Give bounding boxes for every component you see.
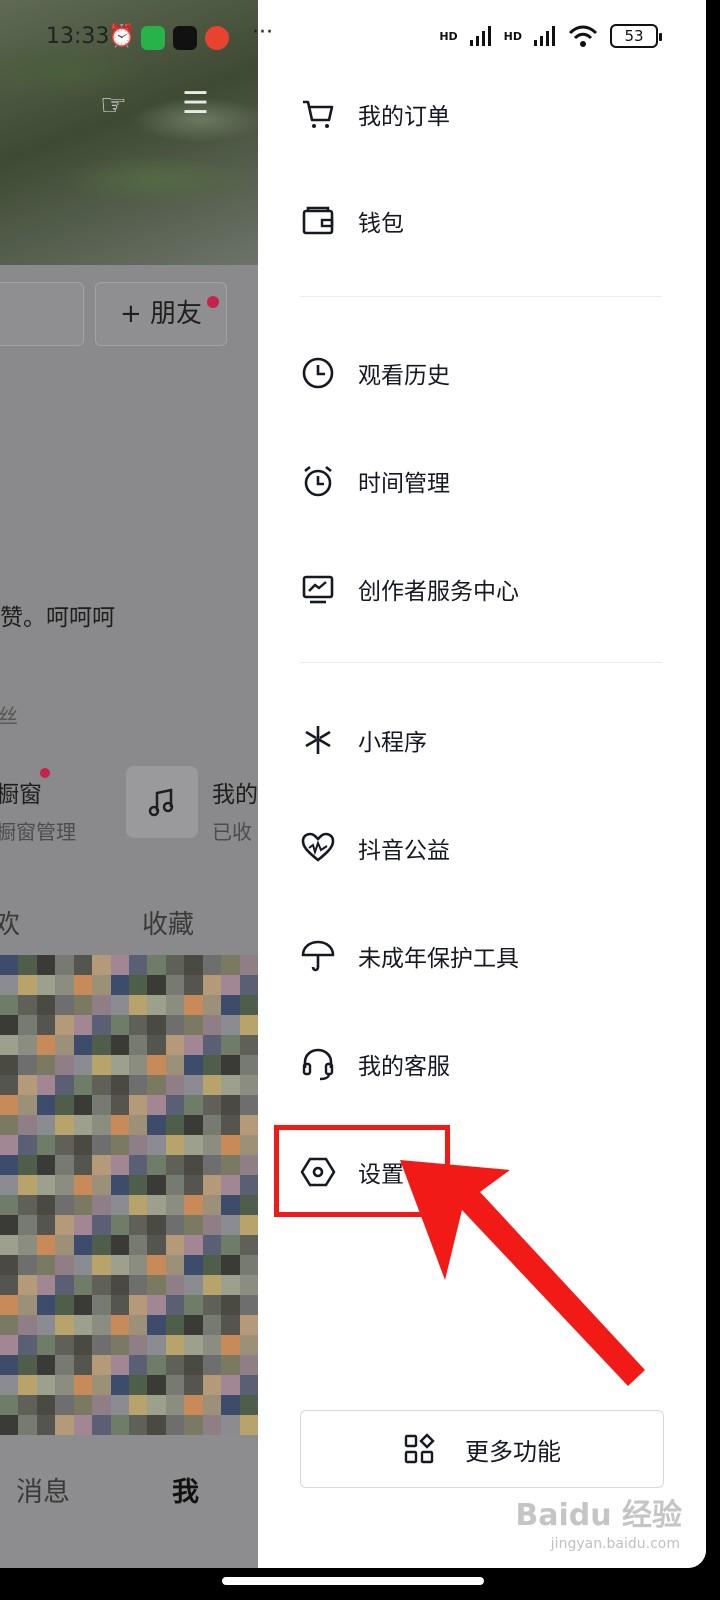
- headset-icon: [302, 1048, 334, 1081]
- showcase-label[interactable]: 橱窗: [0, 775, 42, 809]
- music-label[interactable]: 我的: [212, 775, 258, 809]
- menu-label: 创作者服务中心: [358, 579, 519, 605]
- red-arrow-annotation: [400, 1160, 645, 1386]
- menu-label: 我的客服: [358, 1054, 450, 1080]
- alarm-icon: [304, 465, 332, 497]
- phone-screen: ☞ ☰ + 朋友 赞。呵呵呵 丝 橱窗 橱窗管理 我的 已收 欢 收藏 消息 我…: [0, 0, 706, 1568]
- menu-icon[interactable]: ☰: [182, 86, 209, 121]
- tiktok-app-icon: [173, 26, 197, 50]
- home-indicator[interactable]: [222, 1577, 484, 1585]
- menu-label: 抖音公益: [358, 838, 450, 864]
- fans-label[interactable]: 丝: [0, 700, 18, 729]
- hand-pointer-icon[interactable]: ☞: [100, 88, 127, 123]
- showcase-dot: [40, 768, 50, 778]
- nav-messages[interactable]: 消息: [16, 1470, 70, 1509]
- edit-profile-button[interactable]: [0, 282, 84, 346]
- divider: [300, 662, 662, 663]
- umbrella-icon: [301, 940, 335, 972]
- status-time: 13:33: [46, 24, 110, 49]
- hd-label-1: HD: [439, 29, 458, 43]
- status-bar: 13:33 ⏰ ··· HD HD 53: [0, 0, 706, 72]
- wifi-icon: [568, 25, 598, 47]
- hd-label-2: HD: [503, 29, 522, 43]
- menu-item-orders[interactable]: 我的订单: [258, 69, 706, 159]
- video-thumbnail-grid[interactable]: [0, 955, 258, 1435]
- clock-icon: [302, 357, 334, 389]
- music-icon[interactable]: [126, 766, 198, 838]
- battery-icon: 53: [610, 24, 662, 48]
- menu-item-mini-program[interactable]: 小程序: [258, 695, 706, 785]
- menu-item-charity[interactable]: 抖音公益: [258, 803, 706, 893]
- cart-icon: [303, 100, 334, 128]
- weibo-app-icon: [205, 26, 229, 50]
- wallet-icon: [302, 206, 334, 235]
- security-app-icon: [141, 26, 165, 50]
- menu-label: 未成年保护工具: [358, 946, 519, 972]
- more-status-icon: ···: [252, 20, 273, 45]
- baidu-watermark: Baidu 经验: [515, 1498, 682, 1533]
- signal-icon: [469, 26, 491, 46]
- mini-program-icon: [305, 726, 331, 754]
- music-sub: 已收: [212, 820, 252, 844]
- bottom-nav: 消息 我: [0, 1440, 258, 1568]
- more-features-button[interactable]: 更多功能: [300, 1410, 664, 1488]
- signal-icon: [534, 26, 555, 46]
- menu-label: 钱包: [358, 211, 404, 237]
- add-friend-button[interactable]: + 朋友: [95, 282, 227, 346]
- notification-dot: [207, 296, 219, 308]
- baidu-watermark-url: jingyan.baidu.com: [550, 1536, 680, 1552]
- menu-item-time-management[interactable]: 时间管理: [258, 436, 706, 526]
- tab-likes[interactable]: 欢: [0, 904, 20, 941]
- nav-me[interactable]: 我: [172, 1470, 199, 1509]
- grid-apps-icon: [404, 1433, 435, 1464]
- menu-label: 时间管理: [358, 471, 450, 497]
- menu-item-minor-protection[interactable]: 未成年保护工具: [258, 911, 706, 1001]
- showcase-sub: 橱窗管理: [0, 820, 76, 844]
- tab-collect[interactable]: 收藏: [142, 904, 194, 941]
- menu-item-history[interactable]: 观看历史: [258, 328, 706, 418]
- charity-heart-icon: [301, 832, 335, 862]
- menu-label: 小程序: [358, 730, 427, 756]
- menu-item-wallet[interactable]: 钱包: [258, 176, 706, 266]
- menu-item-creator-center[interactable]: 创作者服务中心: [258, 544, 706, 634]
- menu-label: 我的订单: [358, 104, 450, 130]
- divider: [300, 296, 662, 297]
- menu-item-customer-service[interactable]: 我的客服: [258, 1019, 706, 1109]
- creator-chart-icon: [302, 575, 334, 604]
- alarm-status-icon: ⏰: [108, 24, 136, 49]
- profile-page-dimmed[interactable]: ☞ ☰ + 朋友 赞。呵呵呵 丝 橱窗 橱窗管理 我的 已收 欢 收藏 消息 我: [0, 0, 258, 1568]
- more-features-label: 更多功能: [465, 1437, 561, 1466]
- profile-bio: 赞。呵呵呵: [0, 605, 115, 631]
- menu-label: 观看历史: [358, 363, 450, 389]
